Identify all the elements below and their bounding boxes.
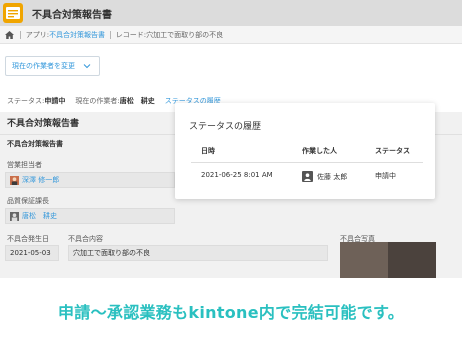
qa-manager-value[interactable]: 唐松 耕史 — [22, 211, 57, 221]
qa-manager-label: 品質保証課長 — [7, 197, 49, 205]
app-header: 不具合対策報告書 — [0, 0, 462, 26]
defect-content-label: 不具合内容 — [68, 235, 103, 243]
sales-rep-field: 深澤 修一郎 — [5, 172, 175, 188]
report-app-icon — [3, 3, 23, 23]
defect-photo[interactable] — [340, 242, 436, 278]
status-label: ステータス: — [7, 97, 45, 105]
qa-manager-field: 唐松 耕史 — [5, 208, 175, 224]
user-icon — [10, 175, 19, 185]
history-status: 申請中 — [375, 172, 396, 180]
popup-title: ステータスの履歴 — [189, 122, 262, 132]
breadcrumb-app-prefix: アプリ: — [25, 30, 50, 39]
column-header-person: 作業した人 — [302, 147, 337, 155]
section-title: 不具合対策報告書 — [7, 140, 63, 148]
status-value: 申請中 — [44, 97, 66, 105]
breadcrumb: | アプリ: 不具合対策報告書 | レコード:穴加工で面取り部の不良 — [0, 26, 462, 44]
breadcrumb-separator: | — [19, 30, 22, 39]
change-assignee-label: 現在の作業者を変更 — [12, 62, 75, 70]
caption-text: 申請〜承認業務もkintone内で完結可能です。 — [58, 303, 404, 322]
column-header-status: ステータス — [375, 147, 410, 155]
change-assignee-button[interactable]: 現在の作業者を変更 — [5, 56, 100, 76]
assignee-label: 現在の作業者: — [75, 97, 120, 105]
occurrence-date-label: 不具合発生日 — [7, 235, 49, 243]
divider — [191, 162, 423, 163]
status-history-popup: ステータスの履歴 日時 作業した人 ステータス 2021-06-25 8:01 … — [175, 103, 435, 199]
sales-rep-label: 営業担当者 — [7, 161, 42, 169]
occurrence-date-field: 2021-05-03 — [5, 245, 59, 261]
history-person-name: 佐藤 太郎 — [317, 172, 348, 181]
history-datetime: 2021-06-25 8:01 AM — [201, 171, 273, 179]
home-icon[interactable] — [5, 30, 15, 40]
breadcrumb-app-link[interactable]: 不具合対策報告書 — [49, 30, 105, 40]
defect-content-field: 穴加工で面取り部の不良 — [68, 245, 328, 261]
person-icon — [302, 171, 313, 182]
user-icon — [10, 211, 19, 221]
breadcrumb-separator: | — [109, 30, 112, 39]
sales-rep-value[interactable]: 深澤 修一郎 — [22, 175, 59, 185]
assignee-value: 唐松 耕史 — [119, 97, 155, 105]
column-header-datetime: 日時 — [201, 147, 215, 155]
caption-band: 申請〜承認業務もkintone内で完結可能です。 — [0, 278, 462, 344]
form-title: 不具合対策報告書 — [7, 119, 80, 129]
chevron-down-icon — [83, 62, 91, 70]
breadcrumb-record: レコード:穴加工で面取り部の不良 — [115, 30, 224, 39]
history-person: 佐藤 太郎 — [302, 171, 347, 182]
app-title: 不具合対策報告書 — [32, 9, 112, 21]
